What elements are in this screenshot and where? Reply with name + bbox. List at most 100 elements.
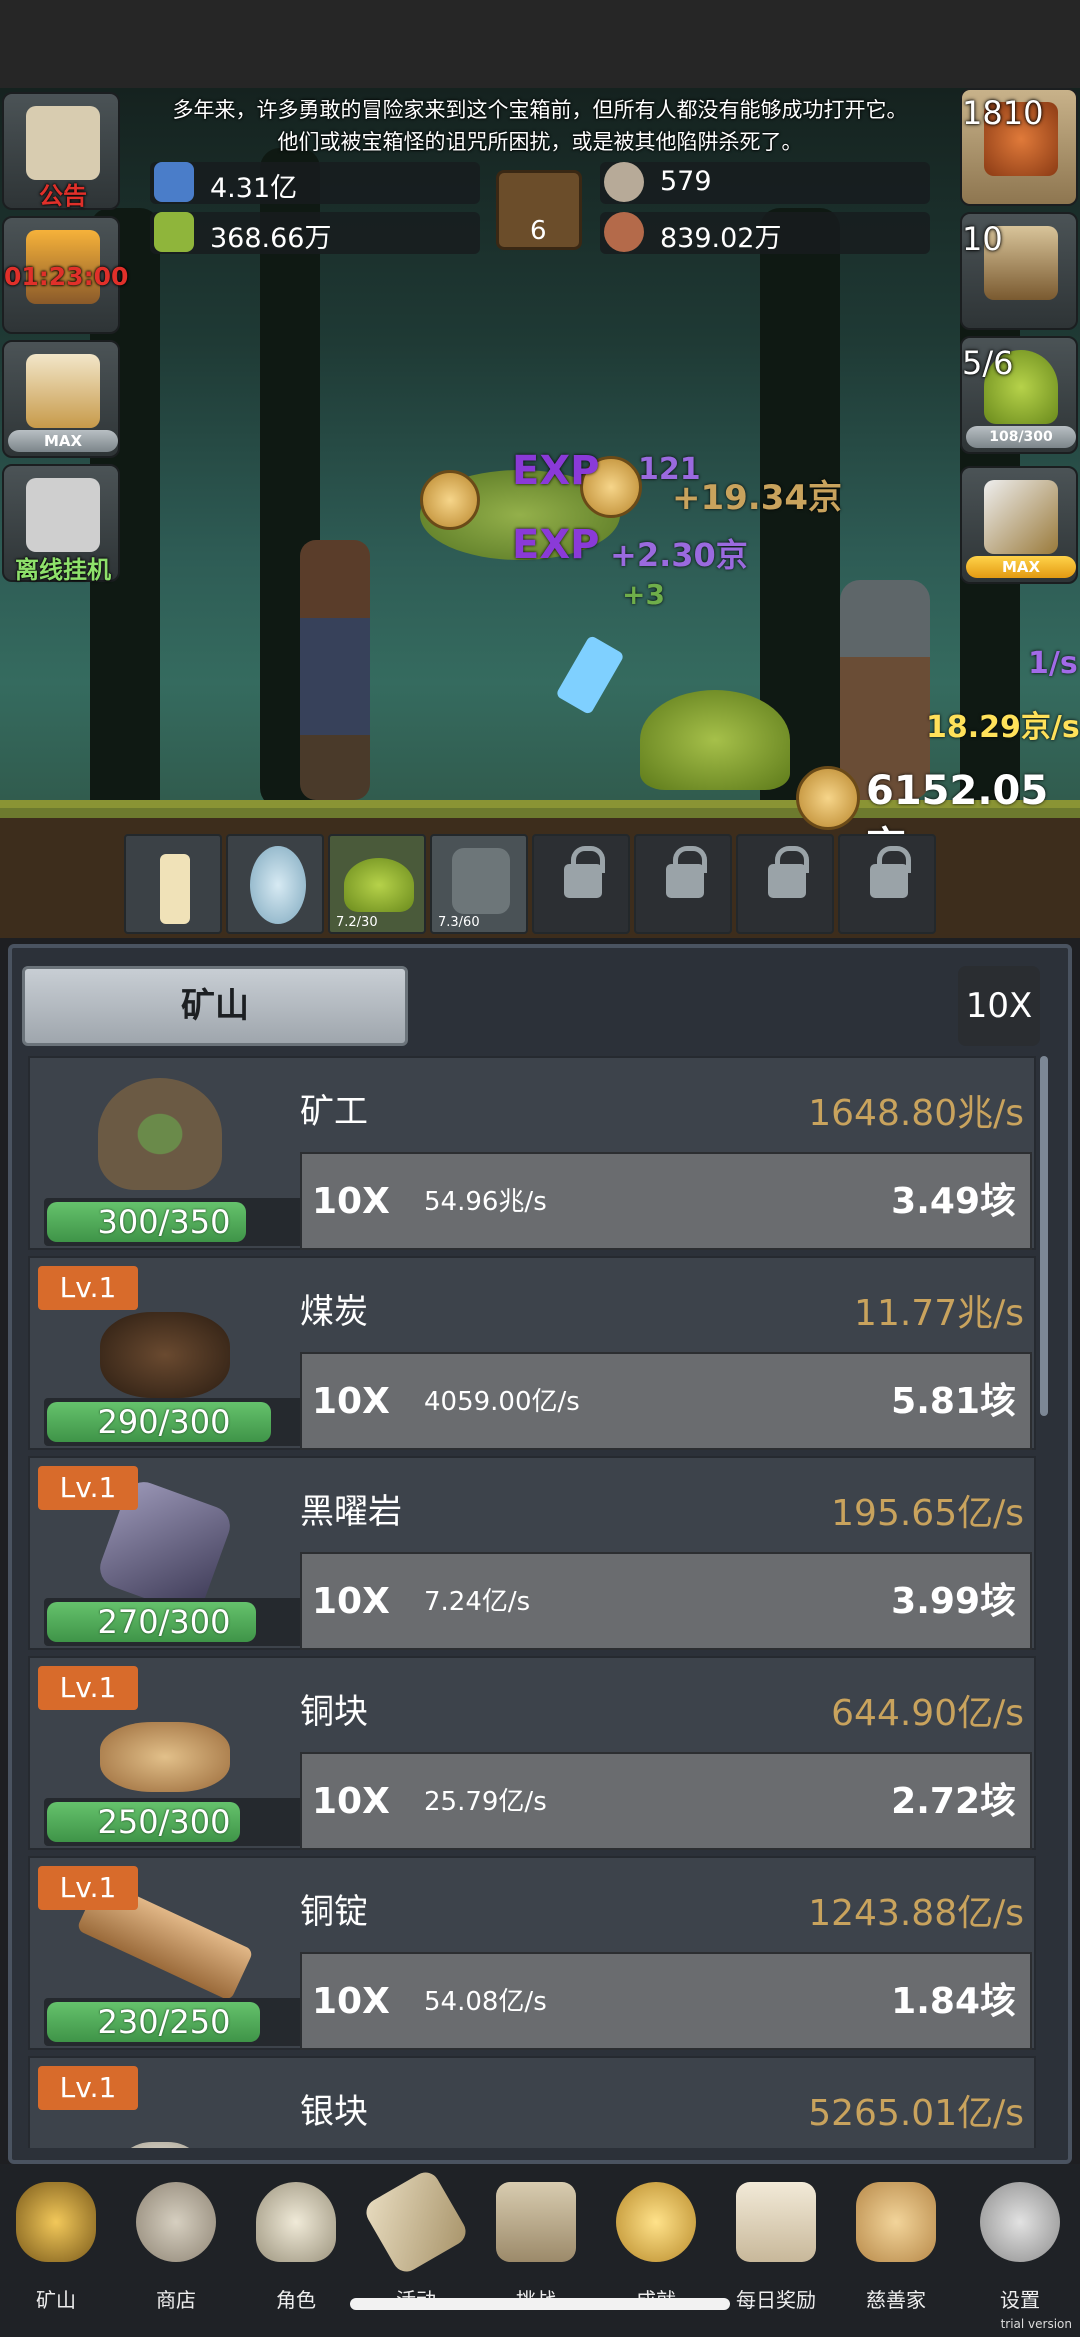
item-rate: 644.90亿/s — [831, 1693, 1024, 1734]
pet-slot-slime[interactable]: 7.2/30 — [328, 834, 426, 934]
item-rate: 5265.01亿/s — [808, 2093, 1024, 2134]
nav-settings[interactable]: 设置 — [964, 2174, 1076, 2314]
pet-slot-locked[interactable] — [838, 834, 936, 934]
nav-label: 慈善家 — [866, 2288, 926, 2312]
offline-button[interactable]: 离线挂机 — [2, 464, 120, 584]
exp-float-text: EXP — [512, 448, 600, 494]
gold-float-text: +2.30京 — [610, 536, 748, 574]
green-potion-value: 368.66万 — [210, 223, 332, 254]
blue-potion-value: 4.31亿 — [210, 173, 298, 204]
story-text: 多年来，许多勇敢的冒险家来到这个宝箱前，但所有人都没有能够成功打开它。 他们或被… — [110, 94, 970, 158]
pet-slot-zombie[interactable]: 7.3/60 — [430, 834, 528, 934]
level-badge: Lv.1 — [38, 2066, 138, 2110]
silver-chunk-icon — [120, 2142, 200, 2148]
story-line-1: 多年来，许多勇敢的冒险家来到这个宝箱前，但所有人都没有能够成功打开它。 — [172, 98, 908, 122]
skull-icon — [256, 2182, 336, 2262]
notice-label: 公告 — [39, 182, 87, 210]
tab-mine[interactable]: 矿山 — [22, 966, 408, 1046]
progress-bar: 290/300 — [44, 1398, 306, 1446]
upgrade-increment: 25.79亿/s — [424, 1787, 547, 1817]
upgrade-cost: 1.84垓 — [891, 1981, 1016, 2022]
list-item-obsidian: Lv.1 270/300 黑曜岩 195.65亿/s 10X 7.24亿/s 3… — [28, 1456, 1036, 1650]
upgrade-cost: 5.81垓 — [891, 1381, 1016, 1422]
item-name: 矿工 — [300, 1092, 368, 1132]
zombie-pet-progress: 7.3/60 — [438, 915, 480, 930]
exp-float-text: EXP — [512, 522, 600, 568]
pet-slot-locked[interactable] — [634, 834, 732, 934]
upgrade-increment: 54.08亿/s — [424, 1987, 547, 2017]
miner-icon — [98, 1078, 222, 1190]
upgrade-cost: 3.99垓 — [891, 1581, 1016, 1622]
torch-button[interactable]: 01:23:00 — [2, 216, 129, 334]
item-rate: 1648.80兆/s — [808, 1093, 1024, 1134]
stone-icon — [604, 162, 644, 202]
beer-max-badge: MAX — [8, 430, 118, 452]
level-badge: Lv.1 — [38, 1866, 138, 1910]
trial-version-text: trial version — [1000, 2317, 1072, 2331]
pet-slot-locked[interactable] — [736, 834, 834, 934]
pet-slot-egg[interactable] — [226, 834, 324, 934]
nav-character[interactable]: 角色 — [240, 2174, 352, 2314]
egg-icon — [250, 846, 306, 924]
envelope-icon — [736, 2182, 816, 2262]
progress-bar: 300/350 — [44, 1198, 306, 1246]
nav-challenge[interactable]: 挑战 — [480, 2174, 592, 2314]
nav-mine[interactable]: 矿山 — [0, 2174, 112, 2314]
nav-event[interactable]: 活动 — [360, 2167, 472, 2314]
beer-button[interactable]: MAX — [2, 340, 120, 458]
sword-max-badge: MAX — [966, 556, 1076, 578]
per-second-text: 1/s — [1028, 646, 1078, 681]
nav-label: 商店 — [156, 2288, 196, 2312]
item-name: 铜块 — [300, 1692, 368, 1732]
item-rate: 1243.88亿/s — [808, 1893, 1024, 1934]
upgrade-button[interactable]: 10X 7.24亿/s 3.99垓 — [300, 1552, 1032, 1650]
nav-daily-reward[interactable]: 每日奖励 — [720, 2174, 832, 2314]
notice-button[interactable]: 公告 — [2, 92, 120, 210]
progress-bar: 270/300 — [44, 1598, 306, 1646]
nav-philanthropist[interactable]: 慈善家 — [840, 2174, 952, 2314]
progress-bar: 230/250 — [44, 1998, 306, 2046]
miner-image — [40, 1072, 288, 1212]
sword-button[interactable]: MAX — [960, 466, 1078, 584]
slime-progress: 108/300 — [966, 426, 1076, 448]
copper-chunk-icon — [100, 1722, 230, 1792]
slime-pet-progress: 7.2/30 — [336, 915, 378, 930]
upgrade-multiplier: 10X — [312, 1781, 390, 1822]
upgrade-button[interactable]: 10X 54.96兆/s 3.49垓 — [300, 1152, 1032, 1250]
home-indicator[interactable] — [350, 2298, 730, 2310]
item-name: 煤炭 — [300, 1292, 368, 1332]
potion-count: 1810 — [962, 94, 1044, 132]
nav-achievement[interactable]: 成就 — [600, 2174, 712, 2314]
item-rate: 11.77兆/s — [854, 1293, 1024, 1334]
offline-label: 离线挂机 — [15, 556, 111, 584]
shop-stone-icon — [136, 2182, 216, 2262]
gear-icon — [980, 2182, 1060, 2262]
upgrade-increment: 4059.00亿/s — [424, 1387, 580, 1417]
lock-icon — [666, 846, 707, 898]
upgrade-button[interactable]: 10X 54.08亿/s 1.84垓 — [300, 1952, 1032, 2050]
torch-timer: 01:23:00 — [4, 262, 129, 291]
list-item-coal: Lv.1 290/300 煤炭 11.77兆/s 10X 4059.00亿/s … — [28, 1256, 1036, 1450]
nav-label: 每日奖励 — [736, 2288, 816, 2312]
item-name: 铜锭 — [300, 1892, 368, 1932]
upgrade-multiplier: 10X — [312, 1581, 390, 1622]
gain-float-text: +3 — [622, 578, 665, 611]
nav-shop[interactable]: 商店 — [120, 2174, 232, 2314]
multiplier-toggle-button[interactable]: 10X — [958, 966, 1040, 1046]
pet-slot-locked[interactable] — [532, 834, 630, 934]
upgrade-button[interactable]: 10X 25.79亿/s 2.72垓 — [300, 1752, 1032, 1850]
upgrade-button[interactable]: 10X 4059.00亿/s 5.81垓 — [300, 1352, 1032, 1450]
map-icon — [496, 2182, 576, 2262]
progress-text: 250/300 — [97, 1803, 231, 1841]
candle-icon — [160, 854, 190, 924]
slime-enemy — [640, 690, 790, 790]
list-scrollbar[interactable] — [1040, 1056, 1048, 1416]
gold-float-text: +19.34京 — [672, 478, 843, 518]
scroll-icon — [361, 2167, 471, 2277]
blue-potion-resource — [150, 162, 480, 204]
mine-item-list[interactable]: 300/350 矿工 1648.80兆/s 10X 54.96兆/s 3.49垓… — [28, 1056, 1036, 2148]
nav-label: 角色 — [276, 2288, 316, 2312]
lock-icon — [870, 846, 911, 898]
level-badge: Lv.1 — [38, 1666, 138, 1710]
pet-slot-candle[interactable] — [124, 834, 222, 934]
